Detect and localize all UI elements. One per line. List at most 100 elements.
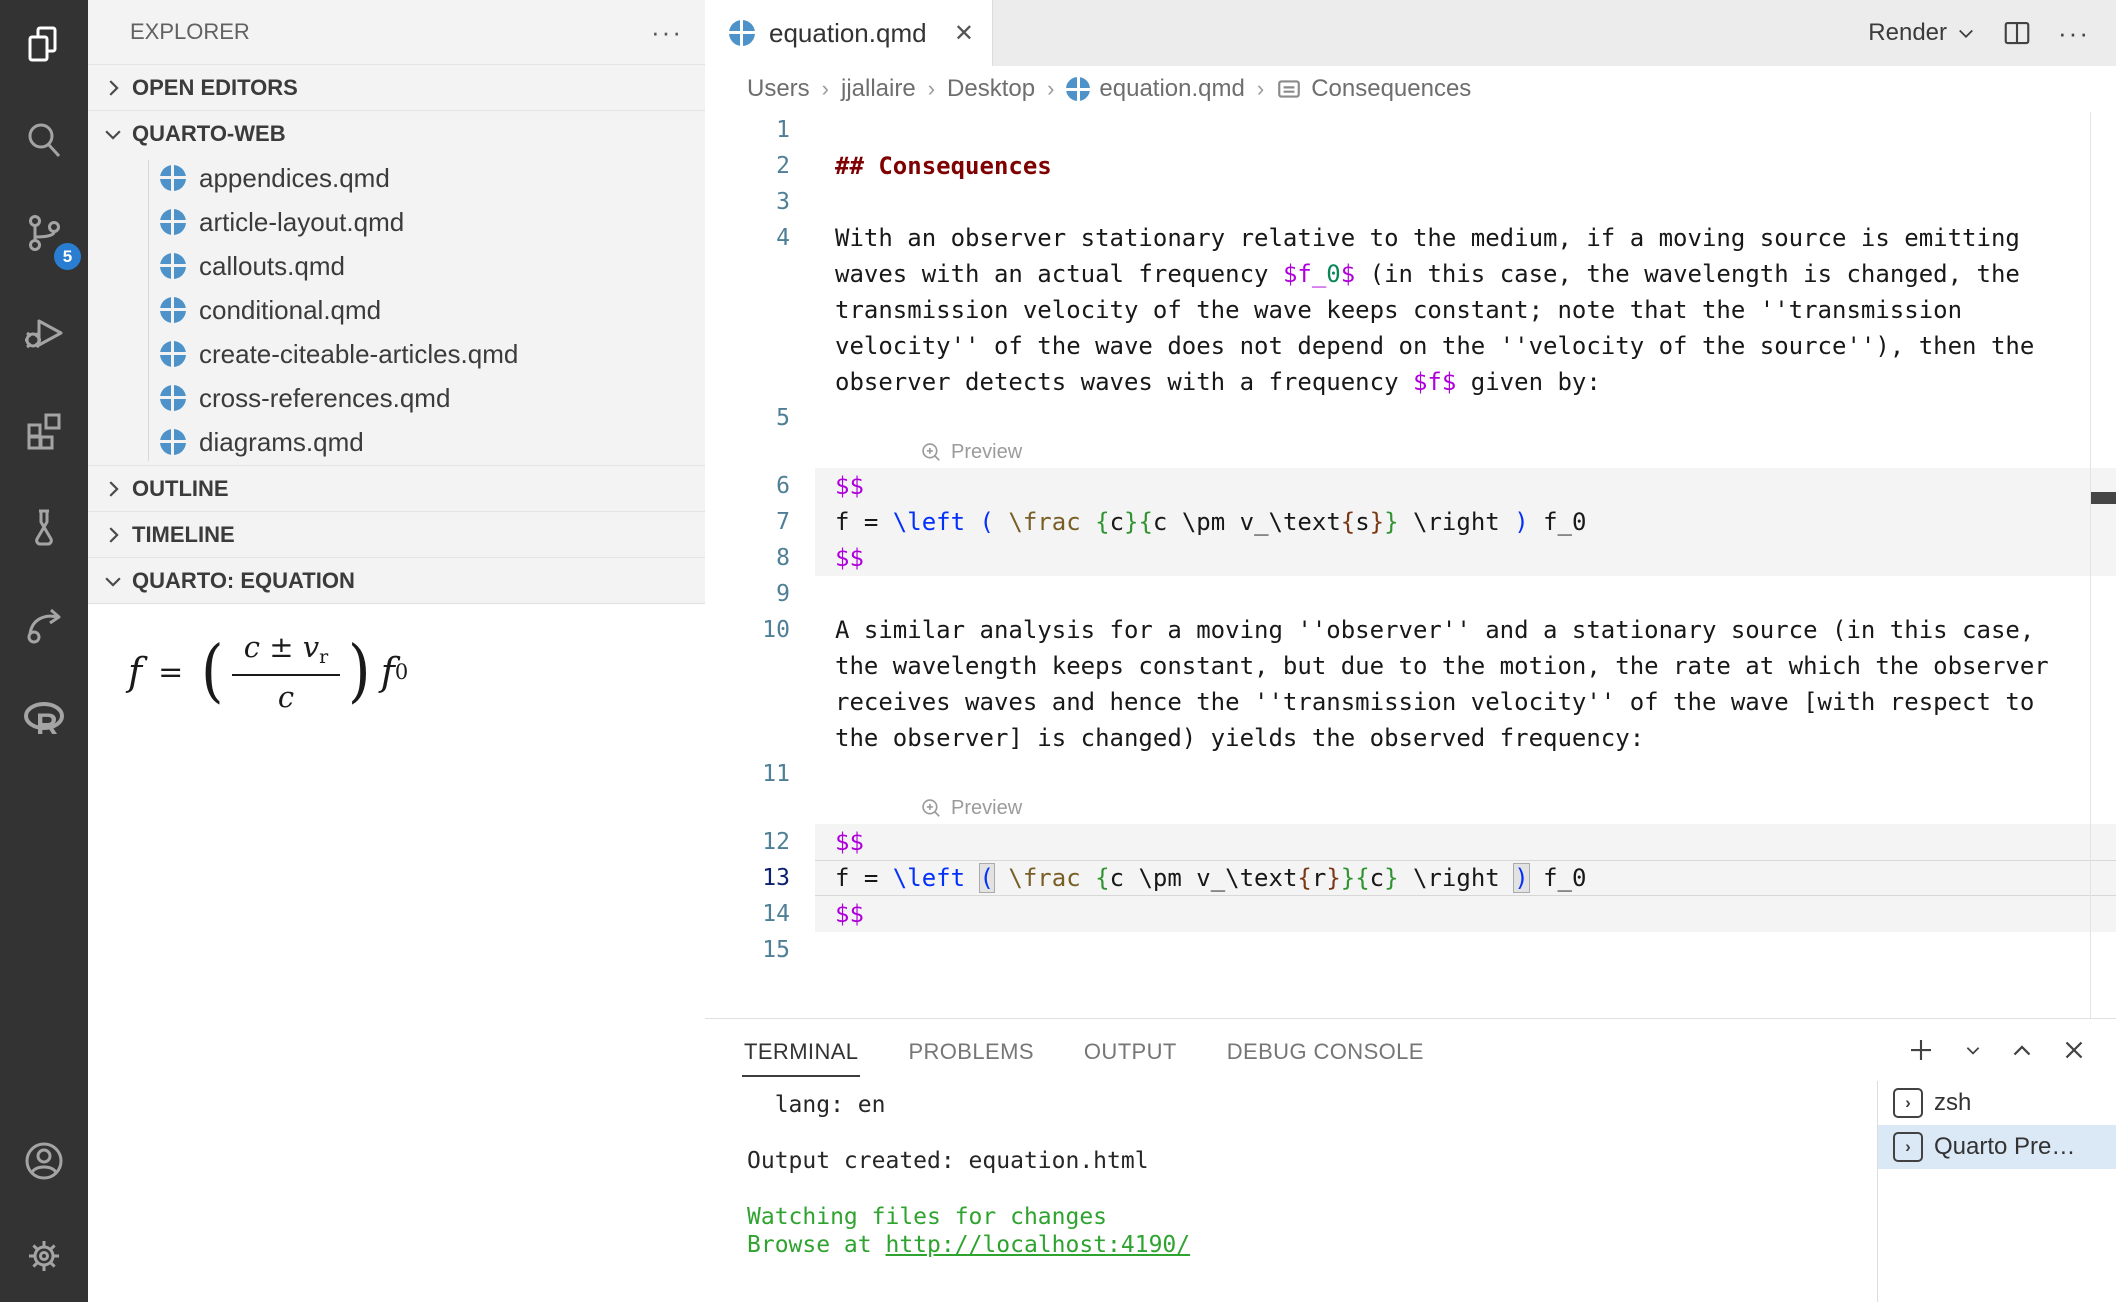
line-number: 7 (705, 509, 790, 535)
chevron-right-icon (102, 478, 124, 500)
terminal-localhost-link[interactable]: http://localhost:4190/ (885, 1232, 1190, 1258)
source-control-icon[interactable]: 5 (0, 190, 88, 280)
line-number: 10 (705, 617, 790, 643)
live-share-icon[interactable] (0, 579, 88, 669)
code-lens-row: Preview (705, 792, 2116, 824)
quarto-file-icon (160, 209, 186, 235)
code-editor[interactable]: 12## Consequences 3 4With an observer stat… (705, 112, 2116, 1018)
panel-tab-terminal[interactable]: TERMINAL (742, 1025, 860, 1077)
section-timeline[interactable]: TIMELINE (88, 511, 705, 557)
r-language-icon[interactable]: R (0, 674, 88, 764)
panel-tabs: TERMINAL PROBLEMS OUTPUT DEBUG CONSOLE (705, 1019, 2116, 1077)
panel-tab-problems[interactable]: PROBLEMS (906, 1025, 1035, 1077)
line-number: 9 (705, 581, 790, 607)
code-row: 10A similar analysis for a moving ''obse… (705, 612, 2116, 648)
svg-text:R: R (36, 708, 58, 741)
code-row: 4With an observer stationary relative to… (705, 220, 2116, 256)
line-number: 11 (705, 761, 790, 787)
code-row: 5 (705, 400, 2116, 436)
tree-item-conditional-qmd[interactable]: conditional.qmd (88, 288, 705, 332)
tree-item-appendices-qmd[interactable]: appendices.qmd (88, 156, 705, 200)
code-row: 2## Consequences (705, 148, 2116, 184)
line-number: 15 (705, 937, 790, 963)
terminal-session-zsh[interactable]: ›zsh (1878, 1081, 2116, 1125)
vscode-window: 5 R (0, 0, 2116, 1302)
explorer-sidebar: EXPLORER ··· OPEN EDITORS QUARTO-WEB app… (88, 0, 706, 1302)
render-button[interactable]: Render (1868, 19, 1976, 47)
line-number: 4 (705, 225, 790, 251)
accounts-icon[interactable] (0, 1116, 88, 1206)
extensions-icon[interactable] (0, 385, 88, 475)
chevron-right-icon (102, 524, 124, 546)
editor-lines: 12## Consequences 3 4With an observer stat… (705, 112, 2116, 968)
indent-guide (148, 160, 149, 461)
line-number: 3 (705, 189, 790, 215)
code-row: 1 (705, 112, 2116, 148)
scrollbar-gutter-line (2090, 112, 2091, 1018)
overview-ruler-mark (2091, 492, 2116, 504)
terminal-output[interactable]: lang: en Output created: equation.html W… (747, 1091, 1190, 1259)
explorer-icon[interactable] (0, 0, 88, 90)
code-row: 14$$ (705, 896, 2116, 932)
breadcrumb-symbol[interactable]: Consequences (1276, 75, 1471, 103)
breadcrumb-desktop[interactable]: Desktop (947, 75, 1035, 103)
preview-code-lens[interactable]: Preview (920, 441, 1022, 464)
line-number: 12 (705, 829, 790, 855)
tab-title: equation.qmd (769, 18, 927, 49)
line-number: 13 (705, 865, 790, 891)
chevron-down-icon (102, 570, 124, 592)
breadcrumb-jjallaire[interactable]: jjallaire (841, 75, 916, 103)
maximize-panel-icon[interactable] (2010, 1038, 2034, 1062)
preview-code-lens[interactable]: Preview (920, 797, 1022, 820)
breadcrumb-file[interactable]: equation.qmd (1066, 75, 1244, 103)
breadcrumb-users[interactable]: Users (747, 75, 810, 103)
tab-equation-qmd[interactable]: equation.qmd ✕ (705, 0, 993, 66)
section-quarto-equation[interactable]: QUARTO: EQUATION (88, 557, 705, 603)
section-quarto-web[interactable]: QUARTO-WEB (88, 110, 705, 156)
section-open-editors[interactable]: OPEN EDITORS (88, 64, 705, 110)
new-terminal-icon[interactable] (1906, 1035, 1936, 1065)
tree-item-callouts-qmd[interactable]: callouts.qmd (88, 244, 705, 288)
tree-item-article-layout-qmd[interactable]: article-layout.qmd (88, 200, 705, 244)
testing-icon[interactable] (0, 482, 88, 572)
sidebar-title: EXPLORER (130, 19, 250, 45)
code-row: velocity'' of the wave does not depend o… (705, 328, 2116, 364)
editor-group: equation.qmd ✕ Render ··· Users › jjalla… (705, 0, 2116, 1018)
tree-item-cross-references-qmd[interactable]: cross-references.qmd (88, 376, 705, 420)
left-paren: ( (201, 638, 224, 706)
explorer-more-actions-icon[interactable]: ··· (651, 17, 683, 48)
tree-item-create-citeable-articles-qmd[interactable]: create-citeable-articles.qmd (88, 332, 705, 376)
line-number: 14 (705, 901, 790, 927)
code-row: 15 (705, 932, 2116, 968)
editor-more-actions-icon[interactable]: ··· (2058, 18, 2090, 49)
quarto-file-icon (1066, 77, 1090, 101)
zoom-in-icon (920, 797, 942, 819)
line-number: 2 (705, 153, 790, 179)
terminal-session-quarto-pre-[interactable]: ›Quarto Pre… (1878, 1125, 2116, 1169)
panel-tab-output[interactable]: OUTPUT (1082, 1025, 1179, 1077)
heading-symbol-icon (1276, 76, 1302, 102)
close-panel-icon[interactable] (2062, 1038, 2086, 1062)
bottom-panel: TERMINAL PROBLEMS OUTPUT DEBUG CONSOLE lang… (705, 1018, 2116, 1302)
terminal-dropdown-icon[interactable] (1964, 1041, 1982, 1059)
code-row: 8$$ (705, 540, 2116, 576)
section-outline[interactable]: OUTLINE (88, 465, 705, 511)
zoom-in-icon (920, 441, 942, 463)
settings-icon[interactable] (0, 1211, 88, 1301)
file-tree: appendices.qmdarticle-layout.qmdcallouts… (88, 156, 705, 465)
search-icon[interactable] (0, 95, 88, 185)
panel-tab-debug-console[interactable]: DEBUG CONSOLE (1225, 1025, 1426, 1077)
close-tab-icon[interactable]: ✕ (954, 19, 974, 48)
code-row: 7f = \left ( \frac {c}{c \pm v_\text{s}}… (705, 504, 2116, 540)
right-paren: ) (348, 638, 371, 706)
rendered-equation: f = ( c ± vr c ) f0 (128, 630, 705, 714)
quarto-file-icon (160, 341, 186, 367)
chevron-down-icon (102, 123, 124, 145)
quarto-file-icon (160, 297, 186, 323)
run-and-debug-icon[interactable] (0, 287, 88, 377)
split-editor-icon[interactable] (2002, 18, 2032, 48)
tree-item-diagrams-qmd[interactable]: diagrams.qmd (88, 420, 705, 464)
quarto-file-icon (729, 20, 755, 46)
code-row: receives waves and hence the ''transmiss… (705, 684, 2116, 720)
quarto-file-icon (160, 165, 186, 191)
